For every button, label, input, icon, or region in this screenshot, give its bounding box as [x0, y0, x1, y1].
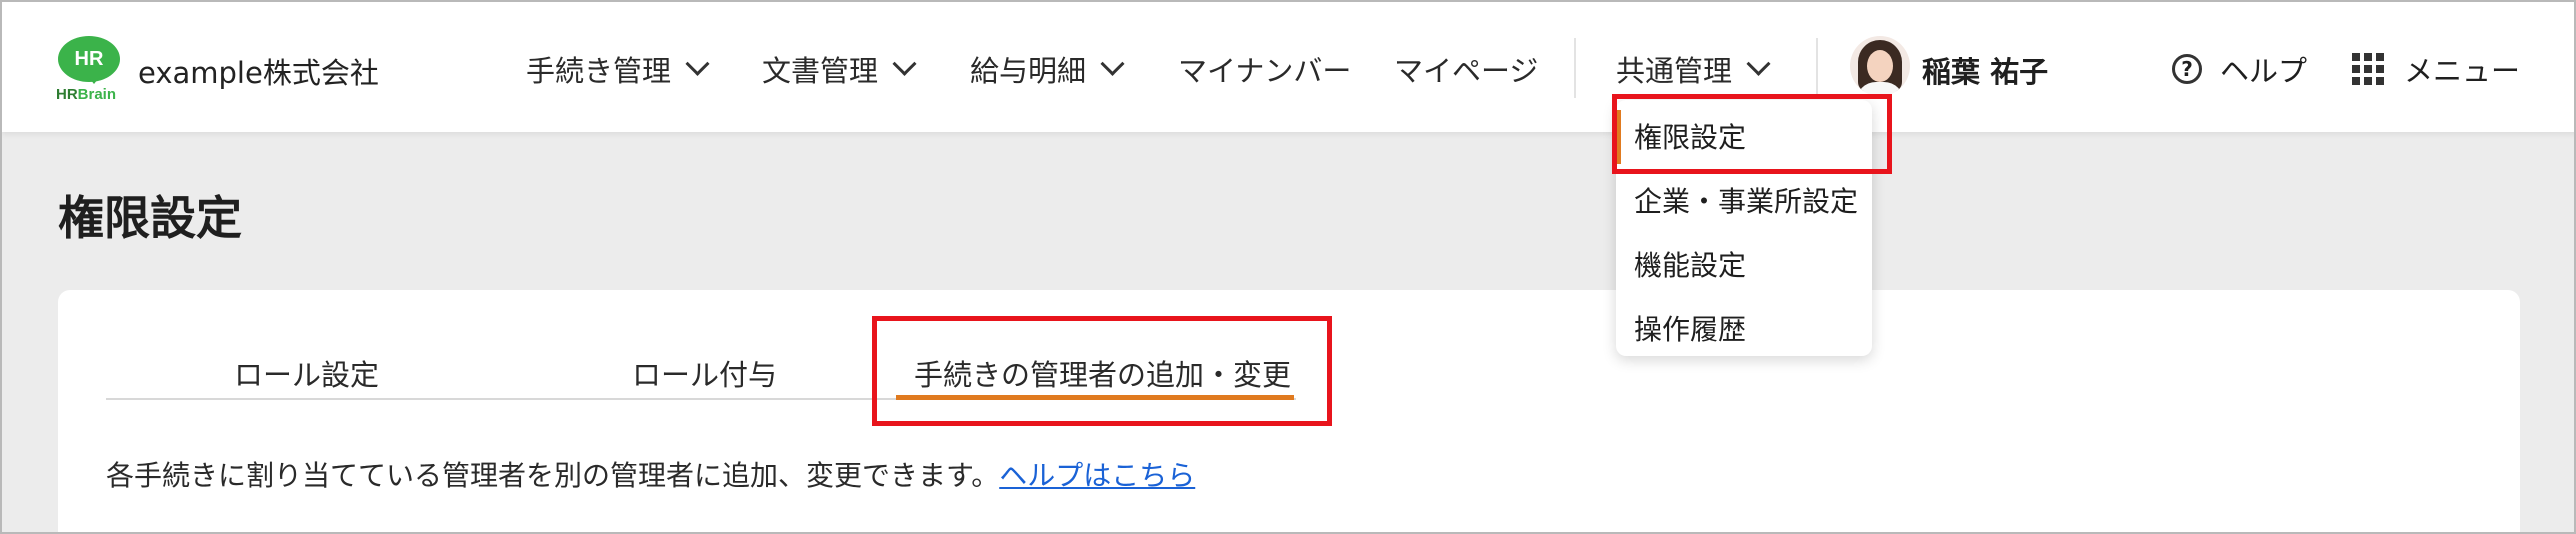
nav-procedures[interactable]: 手続き管理 [526, 48, 710, 90]
nav-common[interactable]: 共通管理 [1616, 48, 1771, 90]
help-label: ヘルプ [2220, 54, 2308, 88]
nav-my-page-label: マイページ [1394, 54, 1539, 88]
nav-divider [1574, 38, 1576, 98]
dropdown-item-operation-history[interactable]: 操作履歴 [1634, 308, 1746, 348]
help-link[interactable]: ヘルプはこちら [999, 459, 1195, 492]
nav-documents[interactable]: 文書管理 [762, 48, 917, 90]
common-admin-dropdown: 権限設定 企業・事業所設定 機能設定 操作履歴 [1616, 100, 1872, 356]
top-header: HR HRBrain example株式会社 手続き管理 文書管理 給与明細 マ… [2, 2, 2574, 132]
chevron-down-icon [685, 51, 710, 76]
tab-procedure-admin-change[interactable]: 手続きの管理者の追加・変更 [914, 352, 1291, 394]
nav-payslips[interactable]: 給与明細 [970, 48, 1125, 90]
question-circle-icon: ? [2172, 54, 2202, 84]
user-name[interactable]: 稲葉 祐子 [1922, 49, 2048, 91]
menu-button[interactable]: メニュー [2352, 48, 2520, 90]
chevron-down-icon [1746, 51, 1771, 76]
hrbrain-logo[interactable]: HR HRBrain [54, 36, 124, 106]
nav-common-label: 共通管理 [1616, 54, 1733, 88]
nav-divider [1816, 38, 1818, 98]
logo-wordmark: HRBrain [56, 86, 116, 103]
avatar-face [1867, 50, 1893, 82]
content-card [58, 290, 2520, 532]
avatar[interactable] [1850, 36, 1910, 96]
logo-word-brain: Brain [77, 86, 117, 103]
grid-menu-icon [2352, 53, 2384, 85]
chevron-down-icon [1100, 51, 1125, 76]
page-title: 権限設定 [58, 191, 242, 245]
nav-payslips-label: 給与明細 [970, 54, 1087, 88]
dropdown-item-company-settings[interactable]: 企業・事業所設定 [1634, 180, 1858, 220]
active-tab-indicator [896, 395, 1294, 400]
nav-my-number-label: マイナンバー [1178, 54, 1352, 88]
app-window: HR HRBrain example株式会社 手続き管理 文書管理 給与明細 マ… [0, 0, 2576, 534]
dropdown-item-permissions[interactable]: 権限設定 [1634, 116, 1746, 156]
page-description: 各手続きに割り当てている管理者を別の管理者に追加、変更できます。ヘルプはこちら [106, 454, 1195, 494]
logo-word-hr: HR [56, 86, 78, 103]
dropdown-active-indicator [1616, 110, 1621, 164]
nav-documents-label: 文書管理 [762, 54, 879, 88]
dropdown-item-feature-settings[interactable]: 機能設定 [1634, 244, 1746, 284]
nav-my-number[interactable]: マイナンバー [1178, 48, 1351, 90]
company-name: example株式会社 [138, 56, 379, 90]
tab-role-assignment[interactable]: ロール付与 [632, 352, 777, 394]
nav-procedures-label: 手続き管理 [526, 54, 672, 88]
menu-label: メニュー [2404, 54, 2521, 88]
tab-role-settings[interactable]: ロール設定 [234, 352, 379, 394]
nav-my-page[interactable]: マイページ [1394, 48, 1538, 90]
chevron-down-icon [892, 51, 917, 76]
help-button[interactable]: ? ヘルプ [2172, 48, 2307, 90]
logo-bubble-tail [86, 74, 102, 84]
description-text: 各手続きに割り当てている管理者を別の管理者に追加、変更できます。 [106, 459, 1000, 492]
